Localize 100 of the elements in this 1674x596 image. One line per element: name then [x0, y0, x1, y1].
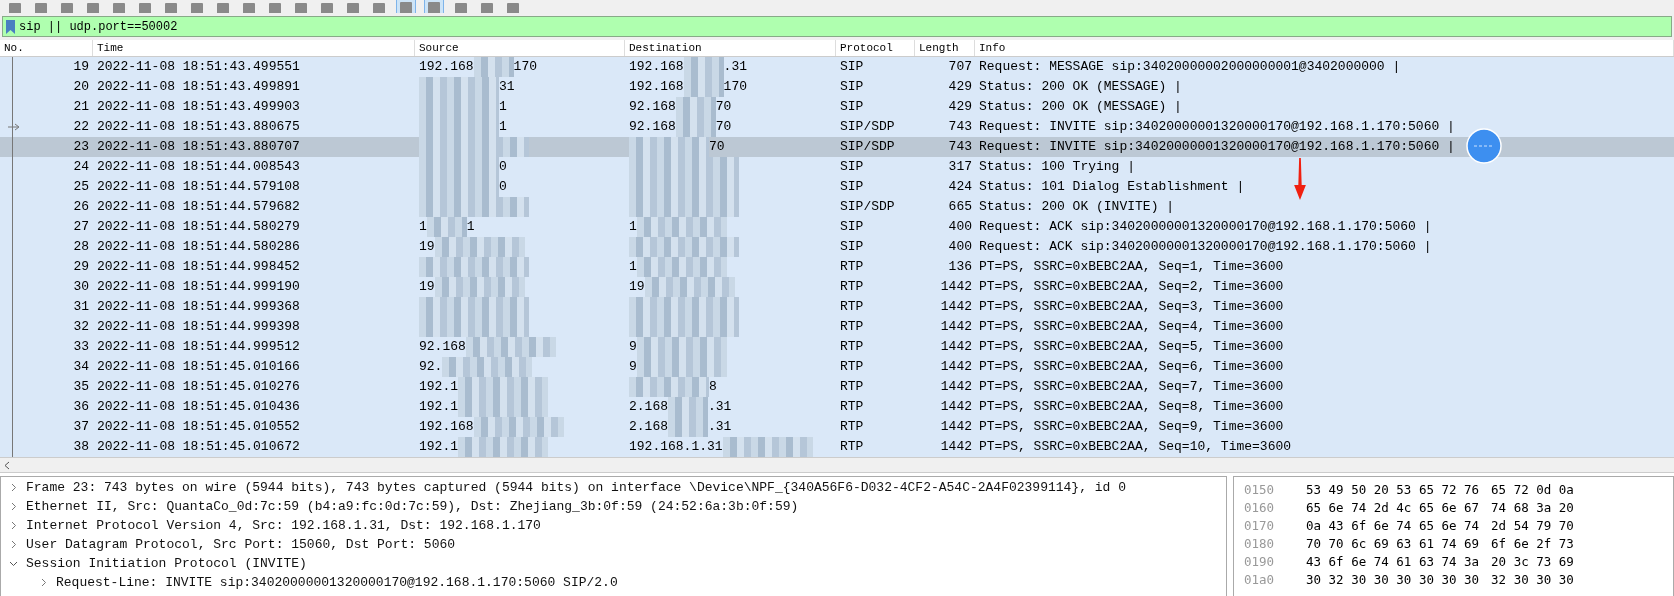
column-header[interactable]: Source — [415, 40, 625, 56]
packet-row[interactable]: 20 2022-11-08 18:51:43.499891 31 192.168 170 SIP 429 Status: 200 OK (MESSAGE) | — [0, 77, 1674, 97]
address-text: .31 — [723, 58, 747, 76]
chevron-right-icon[interactable] — [9, 502, 18, 511]
packet-number: 32 — [73, 319, 89, 334]
address-text: 170 — [723, 78, 747, 96]
length-cell-text: 429 — [947, 78, 973, 96]
address-text: 70 — [715, 118, 732, 136]
protocol-cell-text: RTP — [839, 358, 865, 376]
info-cell-text: Status: 101 Dialog Establishment | — [978, 178, 1245, 196]
packet-row[interactable]: 26 2022-11-08 18:51:44.579682 SIP/SDP 665 Status: 200 OK (INVITE) | — [0, 197, 1674, 217]
address-text: 0 — [499, 158, 507, 176]
length-cell-text: 707 — [947, 58, 973, 76]
packet-row[interactable]: 30 2022-11-08 18:51:44.999190 19 19 RTP 1442 PT=PS, SSRC=0xBEBC2AA, Seq=2, Time=3600 — [0, 277, 1674, 297]
hex-bytes: 43 6f 6e 74 61 63 74 3a — [1306, 553, 1480, 571]
detail-row[interactable]: Ethernet II, Src: QuantaCo_0d:7c:59 (b4:a9:fc:0d:7c:59), Dst: Zhejiang_3b:0f:59 (24:52:6a:3b:0f:59) — [1, 497, 1226, 516]
address-text: .31 — [708, 398, 732, 416]
packet-row[interactable]: 29 2022-11-08 18:51:44.998452 1 RTP 136 PT=PS, SSRC=0xBEBC2AA, Seq=1, Time=3600 — [0, 257, 1674, 277]
length-cell-text: 1442 — [939, 418, 973, 436]
length-cell-text: 1442 — [939, 358, 973, 376]
address-text: 19 — [419, 278, 435, 296]
packet-row[interactable]: 23 2022-11-08 18:51:43.880707 70 SIP/SDP 743 Request: INVITE sip:34020000001320000170@192.168.1.170:5060 | — [0, 137, 1674, 157]
packet-number: 29 — [73, 259, 89, 274]
protocol-cell-text: RTP — [839, 338, 865, 356]
detail-row[interactable]: Request-Line: INVITE sip:34020000001320000170@192.168.1.170:5060 SIP/2.0 — [1, 573, 1226, 592]
packet-row[interactable]: 19 2022-11-08 18:51:43.499551 192.168 170 192.168 .31 SIP 707 Request: MESSAGE sip:34020000002000000001@3402000000 | — [0, 57, 1674, 77]
length-cell-text: 429 — [947, 98, 973, 116]
packet-row[interactable]: 25 2022-11-08 18:51:44.579108 0 SIP 424 Status: 101 Dialog Establishment | — [0, 177, 1674, 197]
hex-bytes: 30 32 30 30 30 30 30 30 — [1306, 571, 1480, 589]
hex-bytes: 32 30 30 30 — [1491, 571, 1574, 589]
info-cell-text: PT=PS, SSRC=0xBEBC2AA, Seq=4, Time=3600 — [978, 318, 1284, 336]
time-cell-text: 2022-11-08 18:51:44.999190 — [96, 278, 301, 296]
length-cell-text: 400 — [947, 218, 973, 236]
packet-row[interactable]: 22 2022-11-08 18:51:43.880675 1 92.168 70 SIP/SDP 743 Request: INVITE sip:34020000001320000170@192.168.1.170:5060 | — [0, 117, 1674, 137]
info-cell-text: PT=PS, SSRC=0xBEBC2AA, Seq=3, Time=3600 — [978, 298, 1284, 316]
packet-number: 19 — [73, 59, 89, 74]
length-cell-text: 743 — [947, 138, 973, 156]
packet-row[interactable]: 35 2022-11-08 18:51:45.010276 192.1 8 RTP 1442 PT=PS, SSRC=0xBEBC2AA, Seq=7, Time=3600 — [0, 377, 1674, 397]
chevron-right-icon[interactable] — [9, 483, 18, 492]
address-text: 192.168 — [419, 58, 474, 76]
filter-field[interactable]: sip || udp.port==50002 — [2, 16, 1672, 37]
protocol-cell-text: RTP — [839, 278, 865, 296]
address-text: 1 — [629, 258, 637, 276]
packet-number: 31 — [73, 299, 89, 314]
column-header[interactable]: Info — [975, 40, 1674, 56]
address-text: 192.1 — [419, 398, 458, 416]
hex-bytes: 53 49 50 20 53 65 72 76 — [1306, 481, 1480, 499]
address-text: 192.1 — [419, 378, 458, 396]
packet-row[interactable]: 36 2022-11-08 18:51:45.010436 192.1 2.168 .31 RTP 1442 PT=PS, SSRC=0xBEBC2AA, Seq=8, Time=3600 — [0, 397, 1674, 417]
chevron-right-icon[interactable] — [9, 540, 18, 549]
detail-text: Request-Line: INVITE sip:34020000001320000170@192.168.1.170:5060 SIP/2.0 — [56, 575, 618, 590]
column-header[interactable]: Destination — [625, 40, 836, 56]
packet-row[interactable]: 38 2022-11-08 18:51:45.010672 192.1 192.168.1.31 RTP 1442 PT=PS, SSRC=0xBEBC2AA, Seq=10, Time=3600 — [0, 437, 1674, 457]
address-text: .31 — [708, 418, 732, 436]
column-header[interactable]: Time — [93, 40, 415, 56]
packet-row[interactable]: 21 2022-11-08 18:51:43.499903 1 92.168 70 SIP 429 Status: 200 OK (MESSAGE) | — [0, 97, 1674, 117]
chevron-right-icon[interactable] — [39, 578, 48, 587]
packet-row[interactable]: 33 2022-11-08 18:51:44.999512 92.168 9 RTP 1442 PT=PS, SSRC=0xBEBC2AA, Seq=5, Time=3600 — [0, 337, 1674, 357]
bookmark-icon[interactable] — [6, 19, 15, 34]
column-header[interactable]: Length — [915, 40, 975, 56]
packet-row[interactable]: 37 2022-11-08 18:51:45.010552 192.168 2.168 .31 RTP 1442 PT=PS, SSRC=0xBEBC2AA, Seq=9, Time=3600 — [0, 417, 1674, 437]
chevron-left-icon[interactable] — [3, 460, 11, 470]
length-cell-text: 1442 — [939, 278, 973, 296]
detail-row[interactable]: User Datagram Protocol, Src Port: 15060, Dst Port: 5060 — [1, 535, 1226, 554]
hex-bytes: 20 3c 73 69 — [1491, 553, 1574, 571]
detail-row[interactable]: Frame 23: 743 bytes on wire (5944 bits), 743 bytes captured (5944 bits) on interface \Device\NPF_{340A56F6-D032-4CF2-A54C-2A4F02399114}, id 0 — [1, 478, 1226, 497]
floating-ball-icon[interactable] — [1466, 128, 1502, 164]
packet-number: 35 — [73, 379, 89, 394]
address-text: 2.168 — [629, 398, 668, 416]
length-cell-text: 424 — [947, 178, 973, 196]
detail-row[interactable]: Session Initiation Protocol (INVITE) — [1, 554, 1226, 573]
packet-row[interactable]: 24 2022-11-08 18:51:44.008543 0 SIP 317 Status: 100 Trying | — [0, 157, 1674, 177]
column-header[interactable]: Protocol — [836, 40, 915, 56]
time-cell-text: 2022-11-08 18:51:44.008543 — [96, 158, 301, 176]
time-cell-text: 2022-11-08 18:51:43.499551 — [96, 58, 301, 76]
packet-row[interactable]: 28 2022-11-08 18:51:44.580286 19 SIP 400 Request: ACK sip:34020000001320000170@192.168.1.170:5060 | — [0, 237, 1674, 257]
hex-bytes: 74 68 3a 20 — [1491, 499, 1574, 517]
detail-row[interactable]: Internet Protocol Version 4, Src: 192.168.1.31, Dst: 192.168.1.170 — [1, 516, 1226, 535]
address-text: 192.168 — [629, 78, 684, 96]
hex-bytes: 65 6e 74 2d 4c 65 6e 67 — [1306, 499, 1480, 517]
time-cell-text: 2022-11-08 18:51:44.999398 — [96, 318, 301, 336]
address-text: 9 — [629, 358, 637, 376]
chevron-down-icon[interactable] — [9, 559, 18, 568]
packet-number: 33 — [73, 339, 89, 354]
chevron-right-icon[interactable] — [9, 521, 18, 530]
packet-row[interactable]: 27 2022-11-08 18:51:44.580279 1 1 1 SIP 400 Request: ACK sip:34020000001320000170@192.168.1.170:5060 | — [0, 217, 1674, 237]
pixelated-redaction — [675, 97, 716, 117]
address-text: 0 — [499, 178, 507, 196]
info-cell-text: Request: MESSAGE sip:34020000002000000001@3402000000 | — [978, 58, 1401, 76]
length-cell-text: 1442 — [939, 438, 973, 456]
info-cell-text: Request: INVITE sip:34020000001320000170@192.168.1.170:5060 | — [978, 138, 1455, 156]
packet-row[interactable]: 32 2022-11-08 18:51:44.999398 RTP 1442 PT=PS, SSRC=0xBEBC2AA, Seq=4, Time=3600 — [0, 317, 1674, 337]
column-header[interactable]: No. — [0, 40, 93, 56]
address-text: 192.168 — [629, 58, 684, 76]
packet-row[interactable]: 31 2022-11-08 18:51:44.999368 RTP 1442 PT=PS, SSRC=0xBEBC2AA, Seq=3, Time=3600 — [0, 297, 1674, 317]
packet-row[interactable]: 34 2022-11-08 18:51:45.010166 92. 9 RTP 1442 PT=PS, SSRC=0xBEBC2AA, Seq=6, Time=3600 — [0, 357, 1674, 377]
address-text: 1 — [499, 98, 507, 116]
pixelated-redaction — [683, 77, 724, 97]
address-text: 1 — [629, 218, 637, 236]
length-cell-text: 1442 — [939, 338, 973, 356]
